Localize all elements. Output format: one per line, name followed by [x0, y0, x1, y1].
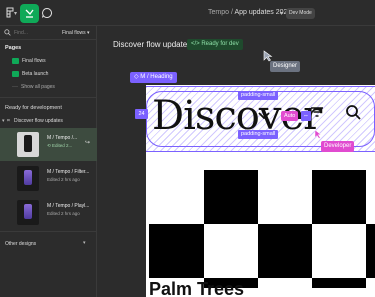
dev-mode-icon — [25, 9, 34, 18]
frame-title: M / Tempo / Filter... — [47, 169, 90, 175]
ready-section-title: Ready for development — [5, 105, 62, 111]
filter-icon[interactable] — [310, 105, 324, 119]
page-item-beta-launch[interactable]: Beta launch — [12, 69, 48, 79]
search-input[interactable] — [14, 28, 52, 38]
chevron-down-icon[interactable]: ▾ — [2, 118, 5, 124]
search-icon[interactable] — [345, 104, 362, 121]
breadcrumb-project[interactable]: Tempo — [208, 9, 229, 16]
page-item-final-flows[interactable]: Final flows — [12, 56, 46, 66]
developer-cursor-icon — [314, 129, 322, 139]
frame-title: M / Tempo / Playl... — [47, 203, 90, 209]
checker-square — [258, 224, 312, 278]
more-icon: ··· — [12, 84, 18, 90]
comment-icon[interactable] — [41, 7, 53, 19]
group-row-discover[interactable]: ▾ ⌗ Discover flow updates — [0, 117, 97, 127]
link-icon: ⇔ — [301, 111, 311, 121]
search-icon — [4, 29, 11, 36]
search-row: Final flows ▾ — [0, 26, 97, 40]
frame-item-tempo[interactable]: M / Tempo /... ⟲ Edited 2... ↪ — [0, 128, 97, 161]
breadcrumb: Tempo / App updates 2023 — [208, 9, 291, 16]
page-icon — [12, 58, 19, 64]
frame-edited: Edited 2 hrs ago — [47, 177, 80, 182]
design-canvas[interactable]: Discover flow updates </> Ready for dev … — [97, 26, 375, 297]
checker-square — [366, 224, 375, 278]
other-designs-label[interactable]: Other designs — [5, 241, 36, 247]
frame-item-filter[interactable]: M / Tempo / Filter... Edited 2 hrs ago — [0, 162, 97, 195]
component-tag: ◇ M / Heading — [130, 72, 177, 83]
component-tag-label: M / Heading — [140, 74, 173, 80]
page-icon — [12, 71, 19, 77]
flow-title: Discover flow updates — [113, 40, 192, 49]
frame-title: M / Tempo /... — [47, 135, 78, 141]
chevron-down-icon[interactable]: ▾ — [83, 240, 86, 246]
spacing-value-label: 24 — [135, 109, 148, 119]
padding-bottom-label: padding-small — [238, 130, 279, 139]
page-select-label: Final flows — [62, 30, 86, 36]
pages-section-title: Pages — [5, 45, 22, 51]
show-all-pages-link[interactable]: ··· Show all pages — [12, 82, 55, 92]
chevron-down-icon[interactable]: ▾ — [14, 10, 17, 17]
checker-square — [204, 170, 258, 224]
frame-thumbnail — [17, 132, 39, 157]
divider — [0, 97, 97, 98]
checker-square — [149, 224, 204, 278]
divider — [0, 231, 97, 232]
page-item-label: Beta launch — [22, 71, 49, 77]
left-sidebar: Final flows ▾ Pages Final flows Beta lau… — [0, 26, 97, 297]
checker-square — [312, 170, 366, 224]
page-select-dropdown[interactable]: Final flows ▾ — [62, 30, 90, 36]
ready-for-dev-badge[interactable]: </> Ready for dev — [187, 39, 243, 50]
top-toolbar: ▾ Tempo / App updates 2023 ▾ Dev Mode — [0, 0, 375, 26]
frame-edited: Edited 2... — [52, 143, 73, 148]
padding-top-label: padding-small — [238, 91, 279, 100]
frame-item-playlist[interactable]: M / Tempo / Playl... Edited 2 hrs ago — [0, 196, 97, 229]
checker-square — [312, 278, 366, 288]
dev-mode-badge: Dev Mode — [286, 8, 315, 19]
frame-group-icon: ⌗ — [7, 118, 10, 124]
dev-mode-toggle-button[interactable] — [20, 4, 39, 23]
frame-edited: Edited 2 hrs ago — [47, 211, 80, 216]
checkerboard-image — [149, 170, 375, 288]
open-frame-icon[interactable]: ↪ — [85, 139, 90, 146]
developer-cursor-label: Developer — [321, 141, 355, 152]
frame-thumbnail — [17, 200, 39, 225]
group-label: Discover flow updates — [14, 118, 63, 124]
page-item-label: Final flows — [22, 58, 46, 64]
auto-layout-tag: Auto — [281, 111, 299, 121]
show-all-pages-label: Show all pages — [21, 84, 55, 90]
frame-thumbnail — [17, 166, 39, 191]
file-menu-chevron-icon[interactable]: ▾ — [280, 10, 283, 17]
section-title: Palm Trees — [149, 279, 245, 297]
frame-status: ⟲ Edited 2... — [47, 143, 72, 149]
chevron-down-icon[interactable] — [257, 108, 271, 122]
designer-cursor-label: Designer — [270, 61, 301, 72]
